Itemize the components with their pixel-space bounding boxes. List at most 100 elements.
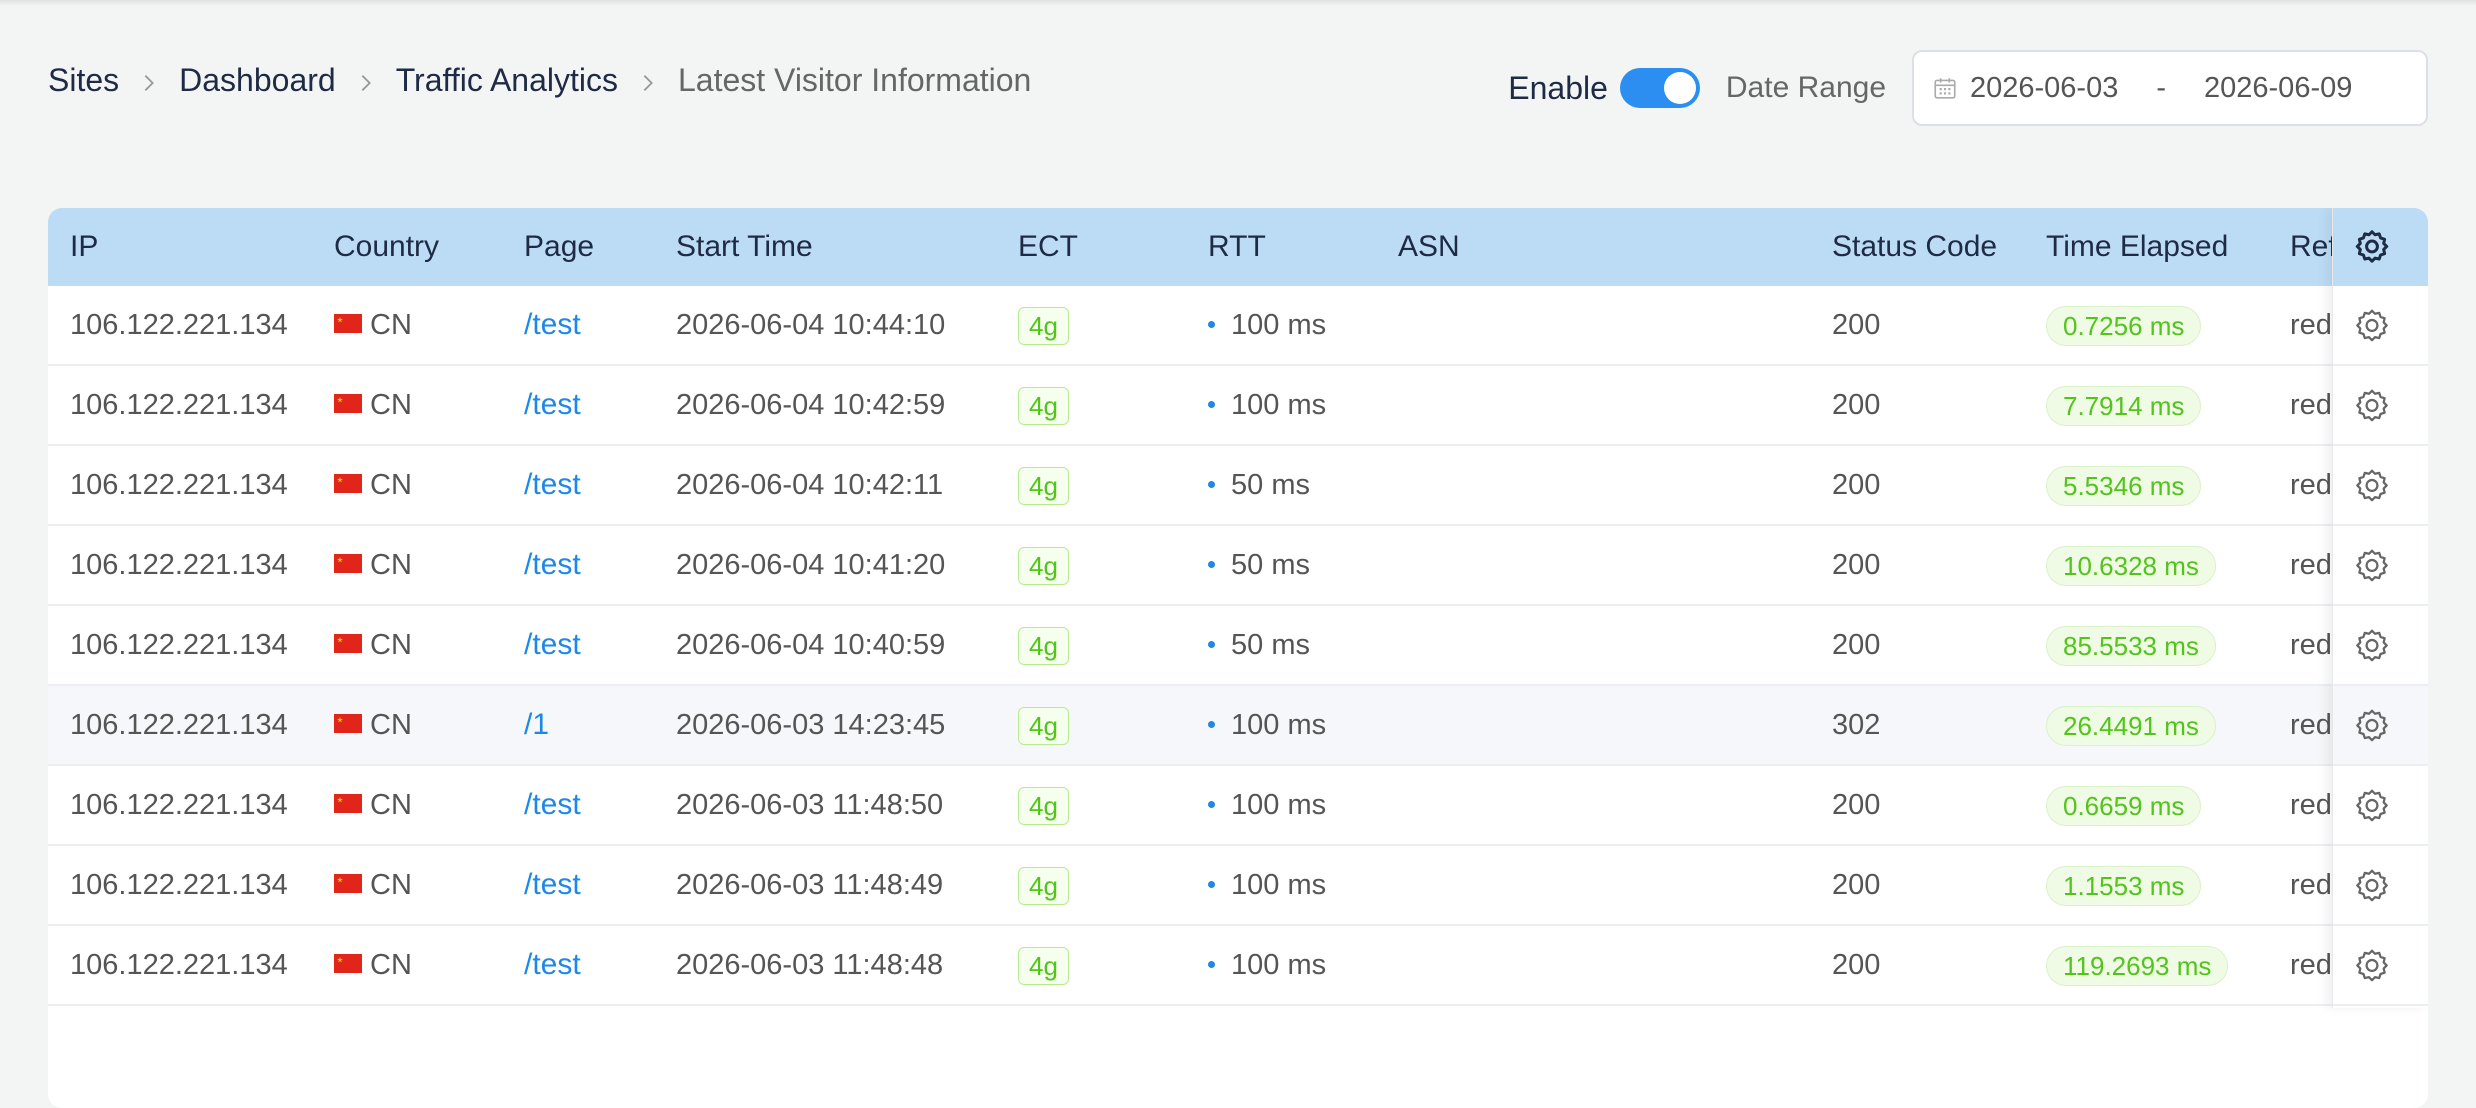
country-code: CN: [370, 549, 412, 581]
cell-ip: 106.122.221.134: [70, 469, 288, 501]
cell-status-code: 200: [1832, 629, 1881, 661]
cell-start-time: 2026-06-04 10:41:20: [676, 549, 946, 581]
rtt-value: 50 ms: [1231, 629, 1310, 661]
cell-asn: [1398, 926, 1818, 1004]
table-row[interactable]: 106.122.221.134 CN/test 2026-06-04 10:41:2…: [48, 526, 2428, 606]
breadcrumb-traffic-analytics[interactable]: Traffic Analytics: [396, 62, 618, 99]
rtt-value: 50 ms: [1231, 549, 1310, 581]
column-header-page[interactable]: Page: [524, 208, 664, 286]
cell-status-code: 200: [1832, 309, 1881, 341]
page-link[interactable]: /test: [524, 468, 581, 501]
cell-asn: [1398, 526, 1818, 604]
cell-country: CN: [334, 686, 514, 764]
ect-tag: 4g: [1018, 547, 1069, 586]
cell-time-elapsed: 0.7256 ms: [2046, 286, 2286, 364]
cell-start-time: 2026-06-04 10:42:11: [676, 469, 944, 501]
start-date-input[interactable]: 2026-06-03: [1970, 72, 2118, 105]
china-flag-icon: [334, 553, 362, 573]
cell-asn: [1398, 766, 1818, 844]
time-elapsed-tag: 119.2693 ms: [2046, 946, 2229, 987]
column-header-ip[interactable]: IP: [70, 208, 320, 286]
cell-ect: 4g: [1018, 606, 1198, 684]
ect-tag: 4g: [1018, 627, 1069, 666]
visitor-table: IP Country Page Start Time ECT RTT ASN Status C…: [48, 208, 2428, 1108]
table-row[interactable]: 106.122.221.134 CN/test 2026-06-04 10:44:1…: [48, 286, 2428, 366]
cell-rtt: 50 ms: [1208, 526, 1388, 604]
rtt-value: 100 ms: [1231, 869, 1327, 901]
table-row[interactable]: 106.122.221.134 CN/test 2026-06-04 10:42:5…: [48, 366, 2428, 446]
rtt-dot-icon: [1208, 720, 1215, 728]
table-row[interactable]: 106.122.221.134 CN/test 2026-06-03 11:48:4…: [48, 846, 2428, 926]
date-range-picker[interactable]: 2026-06-03 - 2026-06-09: [1912, 50, 2428, 126]
cell-asn: [1398, 606, 1818, 684]
rtt-value: 100 ms: [1231, 949, 1327, 981]
cell-ip: 106.122.221.134: [70, 549, 288, 581]
column-header-rtt[interactable]: RTT: [1208, 208, 1388, 286]
date-range-label: Date Range: [1725, 71, 1886, 104]
column-header-time-elapsed[interactable]: Time Elapsed: [2046, 208, 2286, 286]
table-row[interactable]: 106.122.221.134 CN/1 2026-06-03 14:23:45 4g…: [48, 686, 2428, 766]
cell-time-elapsed: 0.6659 ms: [2046, 766, 2286, 844]
cell-ect: 4g: [1018, 846, 1198, 924]
cell-time-elapsed: 5.5346 ms: [2046, 446, 2286, 524]
page-link[interactable]: /test: [524, 868, 581, 901]
china-flag-icon: [334, 313, 362, 333]
top-shadow: [0, 0, 2476, 6]
actions-column: [2332, 208, 2428, 1008]
cell-ip: 106.122.221.134: [70, 869, 288, 901]
cell-time-elapsed: 7.7914 ms: [2046, 366, 2286, 444]
enable-label: Enable: [1508, 69, 1608, 106]
page-link[interactable]: /1: [524, 708, 549, 741]
country-code: CN: [370, 309, 412, 341]
page-link[interactable]: /test: [524, 948, 581, 981]
cell-page: /test: [524, 606, 664, 684]
column-header-status-code[interactable]: Status Code: [1832, 208, 2032, 286]
cell-ip: 106.122.221.134: [70, 789, 288, 821]
cell-ip: 106.122.221.134: [70, 629, 288, 661]
time-elapsed-tag: 7.7914 ms: [2046, 386, 2202, 427]
cell-page: /test: [524, 926, 664, 1004]
table-row[interactable]: 106.122.221.134 CN/test 2026-06-03 11:48:4…: [48, 926, 2428, 1006]
column-header-asn[interactable]: ASN: [1398, 208, 1818, 286]
cell-page: /test: [524, 366, 664, 444]
cell-page: /1: [524, 686, 664, 764]
time-elapsed-tag: 10.6328 ms: [2046, 546, 2216, 587]
page-link[interactable]: /test: [524, 388, 581, 421]
end-date-input[interactable]: 2026-06-09: [2204, 72, 2352, 105]
cell-ref: red: [2290, 789, 2332, 821]
rtt-dot-icon: [1208, 560, 1215, 568]
header-controls: Enable Date Range 2026-06-03 - 2026-06-0…: [1508, 48, 2428, 128]
cell-ref: red: [2290, 949, 2332, 981]
column-header-country[interactable]: Country: [334, 208, 514, 286]
china-flag-icon: [334, 873, 362, 893]
cell-ect: 4g: [1018, 286, 1198, 364]
column-header-ect[interactable]: ECT: [1018, 208, 1198, 286]
cell-ect: 4g: [1018, 446, 1198, 524]
column-header-ref[interactable]: Ref: [2290, 208, 2332, 286]
time-elapsed-tag: 0.6659 ms: [2046, 786, 2202, 827]
cell-ect: 4g: [1018, 366, 1198, 444]
table-row[interactable]: 106.122.221.134 CN/test 2026-06-04 10:42:1…: [48, 446, 2428, 526]
cell-rtt: 100 ms: [1208, 766, 1388, 844]
page-header: Sites Dashboard Traffic Analytics Latest…: [48, 48, 2428, 128]
breadcrumb-dashboard[interactable]: Dashboard: [179, 62, 336, 99]
enable-toggle[interactable]: [1619, 68, 1700, 108]
time-elapsed-tag: 0.7256 ms: [2046, 306, 2202, 347]
cell-ref: red: [2290, 549, 2332, 581]
cell-country: CN: [334, 366, 514, 444]
cell-rtt: 100 ms: [1208, 686, 1388, 764]
page-link[interactable]: /test: [524, 308, 581, 341]
page-link[interactable]: /test: [524, 548, 581, 581]
breadcrumb-sites[interactable]: Sites: [48, 62, 119, 99]
cell-asn: [1398, 446, 1818, 524]
page-link[interactable]: /test: [524, 788, 581, 821]
cell-ip: 106.122.221.134: [70, 309, 288, 341]
cell-page: /test: [524, 526, 664, 604]
column-header-start-time[interactable]: Start Time: [676, 208, 1006, 286]
table-row[interactable]: 106.122.221.134 CN/test 2026-06-04 10:40:5…: [48, 606, 2428, 686]
rtt-dot-icon: [1208, 800, 1215, 808]
table-row[interactable]: 106.122.221.134 CN/test 2026-06-03 11:48:5…: [48, 766, 2428, 846]
page-link[interactable]: /test: [524, 628, 581, 661]
ect-tag: 4g: [1018, 867, 1069, 906]
cell-ip: 106.122.221.134: [70, 949, 288, 981]
